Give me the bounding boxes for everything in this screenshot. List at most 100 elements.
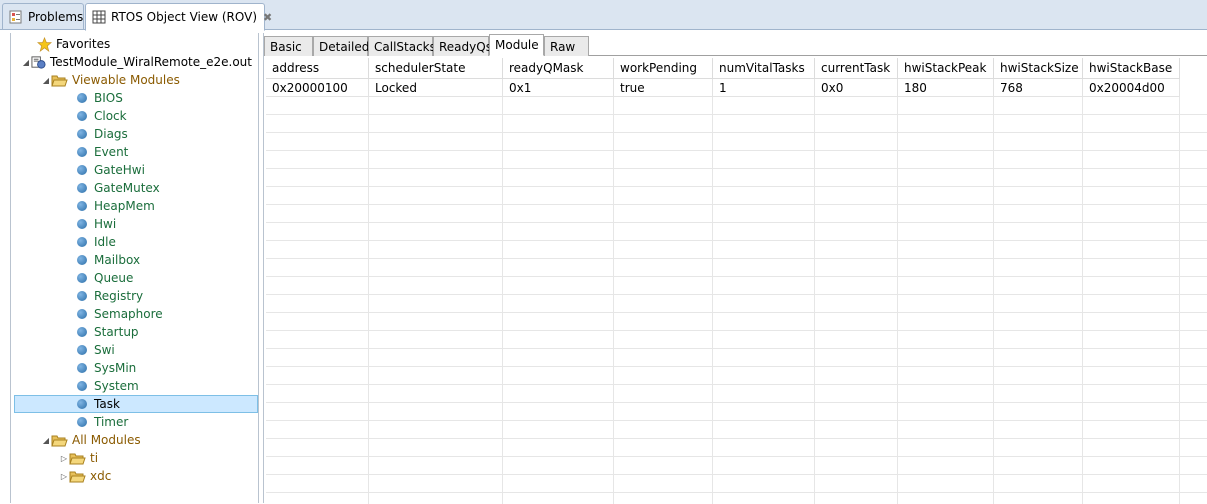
empty-row-line xyxy=(266,132,1207,133)
tree-item-package-ti[interactable]: ▷ ti xyxy=(59,449,98,467)
tree-item-module-idle[interactable]: Idle xyxy=(77,233,116,251)
tree-item-module-gatemutex[interactable]: GateMutex xyxy=(77,179,160,197)
tree-item-module-startup[interactable]: Startup xyxy=(77,323,139,341)
table-cell[interactable]: 1 xyxy=(713,79,815,97)
tree-item-module-event[interactable]: Event xyxy=(77,143,128,161)
module-icon xyxy=(77,399,87,409)
column-header-hwistackbase[interactable]: hwiStackBase xyxy=(1083,58,1180,79)
column-header-currenttask[interactable]: currentTask xyxy=(815,58,898,79)
module-icon xyxy=(77,273,87,283)
tab-detailed[interactable]: Detailed xyxy=(313,36,369,56)
column-divider xyxy=(1082,79,1083,504)
tree-item-module-hwi[interactable]: Hwi xyxy=(77,215,116,233)
tree-item-module-timer[interactable]: Timer xyxy=(77,413,128,431)
object-tree: Favorites ◢ TestModule_WiralRemote_e2e.o… xyxy=(10,33,259,503)
table-cell[interactable]: 0x20004d00 xyxy=(1083,79,1180,97)
column-divider xyxy=(502,79,503,504)
column-header-hwistacksize[interactable]: hwiStackSize xyxy=(994,58,1083,79)
tree-item-module-system[interactable]: System xyxy=(77,377,139,395)
empty-row-line xyxy=(266,186,1207,187)
tree-item-module-semaphore[interactable]: Semaphore xyxy=(77,305,163,323)
module-label: Swi xyxy=(94,343,115,357)
module-label: Event xyxy=(94,145,129,159)
column-divider xyxy=(993,79,994,504)
tree-item-package-xdc[interactable]: ▷ xdc xyxy=(59,467,111,485)
empty-row-line xyxy=(266,150,1207,151)
expanded-arrow-icon[interactable]: ◢ xyxy=(21,58,31,67)
column-header-readyqmask[interactable]: readyQMask xyxy=(503,58,614,79)
tree-item-favorites[interactable]: Favorites xyxy=(37,35,110,53)
tree-item-viewable-modules[interactable]: ◢ Viewable Modules xyxy=(41,71,180,89)
module-icon xyxy=(77,237,87,247)
module-icon xyxy=(77,111,87,121)
expanded-arrow-icon[interactable]: ◢ xyxy=(41,436,51,445)
tab-rov[interactable]: RTOS Object View (ROV) ✖ xyxy=(85,3,272,31)
table-cell[interactable]: 180 xyxy=(898,79,994,97)
tree-item-module-gatehwi[interactable]: GateHwi xyxy=(77,161,145,179)
empty-row-line xyxy=(266,168,1207,169)
column-divider xyxy=(368,79,369,504)
tree-item-module-task[interactable]: Task xyxy=(14,395,258,413)
module-label: Mailbox xyxy=(94,253,141,267)
tree-item-module-swi[interactable]: Swi xyxy=(77,341,115,359)
tree-item-module-diags[interactable]: Diags xyxy=(77,125,128,143)
module-icon xyxy=(77,219,87,229)
table-cell[interactable]: 0x0 xyxy=(815,79,898,97)
tree-item-module-registry[interactable]: Registry xyxy=(77,287,143,305)
tab-problems[interactable]: Problems xyxy=(2,3,84,29)
tree-item-module-mailbox[interactable]: Mailbox xyxy=(77,251,140,269)
module-icon xyxy=(77,309,87,319)
column-header-hwistackpeak[interactable]: hwiStackPeak xyxy=(898,58,994,79)
tab-module[interactable]: Module xyxy=(489,34,544,56)
tab-problems-label: Problems xyxy=(28,9,84,24)
collapsed-arrow-icon[interactable]: ▷ xyxy=(59,472,69,481)
table-cell[interactable]: 768 xyxy=(994,79,1083,97)
module-label: Clock xyxy=(94,109,127,123)
module-label: Semaphore xyxy=(94,307,163,321)
tree-item-module-clock[interactable]: Clock xyxy=(77,107,127,125)
empty-row-line xyxy=(266,294,1207,295)
module-icon xyxy=(77,255,87,265)
module-icon xyxy=(77,417,87,427)
module-icon xyxy=(77,291,87,301)
table-cell[interactable]: Locked xyxy=(369,79,503,97)
table-cell[interactable]: true xyxy=(614,79,713,97)
tree-item-program[interactable]: ◢ TestModule_WiralRemote_e2e.out xyxy=(21,53,252,71)
table-cell[interactable]: 0x20000100 xyxy=(266,79,369,97)
empty-row-line xyxy=(266,366,1207,367)
tree-item-module-heapmem[interactable]: HeapMem xyxy=(77,197,155,215)
open-folder-icon xyxy=(51,75,68,86)
column-header-numvitaltasks[interactable]: numVitalTasks xyxy=(713,58,815,79)
column-divider xyxy=(712,79,713,504)
tree-item-all-modules[interactable]: ◢ All Modules xyxy=(41,431,141,449)
tree-item-module-sysmin[interactable]: SysMin xyxy=(77,359,136,377)
tree-item-module-bios[interactable]: BIOS xyxy=(77,89,123,107)
empty-row-line xyxy=(266,312,1207,313)
tab-basic[interactable]: Basic xyxy=(264,36,313,56)
module-label: Queue xyxy=(94,271,134,285)
expanded-arrow-icon[interactable]: ◢ xyxy=(41,76,51,85)
tree-item-module-queue[interactable]: Queue xyxy=(77,269,133,287)
empty-row-line xyxy=(266,348,1207,349)
tab-raw[interactable]: Raw xyxy=(544,36,589,56)
close-icon[interactable]: ✖ xyxy=(263,11,272,24)
module-label: Registry xyxy=(94,289,144,303)
column-header-workpending[interactable]: workPending xyxy=(614,58,713,79)
empty-row-line xyxy=(266,330,1207,331)
collapsed-arrow-icon[interactable]: ▷ xyxy=(59,454,69,463)
column-header-address[interactable]: address xyxy=(266,58,369,79)
tab-callstacks[interactable]: CallStacks xyxy=(368,36,436,56)
module-label: Task xyxy=(94,397,120,411)
empty-row-line xyxy=(266,204,1207,205)
program-label: TestModule_WiralRemote_e2e.out xyxy=(50,55,252,69)
empty-row-line xyxy=(266,114,1207,115)
empty-row-line xyxy=(266,384,1207,385)
module-label: HeapMem xyxy=(94,199,155,213)
problems-icon xyxy=(9,10,22,23)
module-label: System xyxy=(94,379,139,393)
table-cell[interactable]: 0x1 xyxy=(503,79,614,97)
tab-rov-label: RTOS Object View (ROV) xyxy=(111,10,258,24)
view-tab-strip: Problems RTOS Object View (ROV) ✖ xyxy=(0,0,1207,31)
column-header-schedulerstate[interactable]: schedulerState xyxy=(369,58,503,79)
tab-readyqs[interactable]: ReadyQs xyxy=(433,36,492,56)
